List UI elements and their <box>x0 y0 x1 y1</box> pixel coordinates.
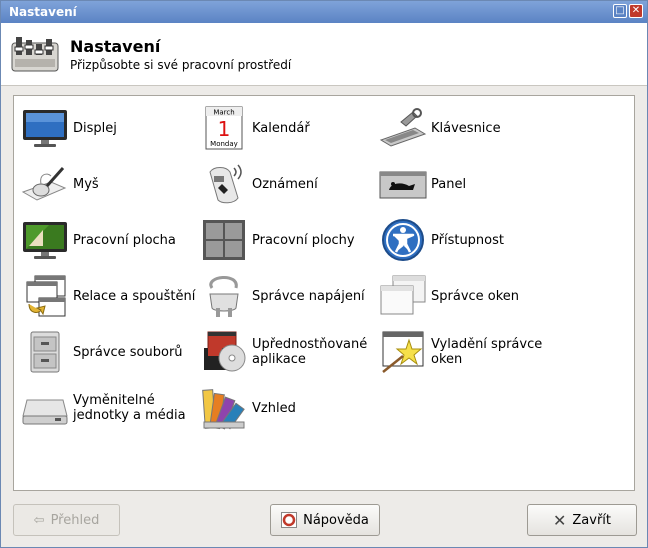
panel-icon <box>379 171 427 199</box>
back-arrow-icon: ⇦ <box>33 512 45 528</box>
calendar-icon: March 1 Monday <box>205 106 243 150</box>
help-lifebuoy-icon <box>281 512 298 528</box>
page-title: Nastavení <box>70 37 161 56</box>
settings-item-accessibility[interactable]: Přístupnost <box>379 216 555 264</box>
header: Nastavení Přizpůsobte si své pracovní pr… <box>1 23 647 86</box>
keyboard-icon <box>379 108 427 147</box>
desktop-icon <box>23 222 67 259</box>
window-manager-icon <box>380 275 426 315</box>
settings-item-mouse[interactable]: Myš <box>21 160 197 208</box>
settings-item-display[interactable]: Displej <box>21 104 197 152</box>
settings-item-keyboard[interactable]: Klávesnice <box>379 104 555 152</box>
settings-item-power[interactable]: Správce napájení <box>200 272 376 320</box>
close-window-icon[interactable]: ✕ <box>629 4 643 18</box>
title-bar[interactable]: Nastavení □ ✕ <box>1 1 647 23</box>
settings-item-calendar[interactable]: March 1 Monday Kalendář <box>200 104 376 152</box>
window-tweaks-icon <box>382 331 424 373</box>
settings-item-label: Upřednostňované aplikace <box>252 337 368 367</box>
workspaces-icon <box>203 220 245 260</box>
page-subtitle: Přizpůsobte si své pracovní prostředí <box>70 58 292 72</box>
settings-manager-icon <box>11 37 59 72</box>
settings-item-label: Pracovní plochy <box>252 232 355 248</box>
settings-item-label: Správce oken <box>431 288 520 304</box>
settings-item-appearance[interactable]: Vzhled <box>200 384 376 432</box>
help-button[interactable]: Nápověda <box>270 504 380 536</box>
calendar-day-text: 1 <box>218 117 231 141</box>
settings-item-window-tweaks[interactable]: Vyladění správce oken <box>379 328 555 376</box>
close-x-icon: ✕ <box>552 510 567 530</box>
settings-item-label: Správce souborů <box>73 344 183 360</box>
settings-item-label: Vyladění správce oken <box>431 337 543 367</box>
monitor-icon <box>23 110 67 147</box>
accessibility-icon <box>382 219 424 261</box>
calendar-month-text: March <box>213 109 234 117</box>
settings-item-label: Displej <box>73 120 117 136</box>
back-to-overview-button[interactable]: ⇦ Přehled <box>13 504 120 536</box>
settings-item-label: Správce napájení <box>252 288 365 304</box>
calendar-weekday-text: Monday <box>210 140 238 148</box>
file-cabinet-icon <box>30 331 60 373</box>
settings-item-label: Kalendář <box>252 120 310 136</box>
settings-item-label: Pracovní plocha <box>73 232 176 248</box>
settings-item-label: Vyměnitelné jednotky a média <box>73 393 186 423</box>
settings-item-file-manager[interactable]: Správce souborů <box>21 328 197 376</box>
settings-item-label: Panel <box>431 176 467 192</box>
window-title: Nastavení <box>9 5 77 19</box>
settings-item-window-manager[interactable]: Správce oken <box>379 272 555 320</box>
settings-item-label: Klávesnice <box>431 120 501 136</box>
settings-item-label: Přístupnost <box>431 232 504 248</box>
mouse-icon <box>21 167 67 201</box>
preferred-apps-icon <box>204 331 246 372</box>
settings-window: Nastavení □ ✕ Nastavení Přizpůsobte si s… <box>0 0 648 548</box>
session-icon <box>26 275 66 317</box>
settings-item-desktop[interactable]: Pracovní plocha <box>21 216 197 264</box>
settings-item-label: Oznámení <box>252 176 318 192</box>
maximize-icon[interactable]: □ <box>613 4 627 18</box>
settings-item-label: Myš <box>73 176 99 192</box>
settings-item-workspaces[interactable]: Pracovní plochy <box>200 216 376 264</box>
removable-drive-icon <box>22 399 68 425</box>
settings-item-panel[interactable]: Panel <box>379 160 555 208</box>
settings-item-preferred-apps[interactable]: Upřednostňované aplikace <box>200 328 376 376</box>
color-swatches-icon <box>202 389 245 430</box>
settings-item-label: Relace a spouštění <box>73 288 196 304</box>
settings-item-session[interactable]: Relace a spouštění <box>21 272 197 320</box>
power-plug-icon <box>209 275 239 317</box>
close-button[interactable]: ✕ Zavřít <box>527 504 637 536</box>
settings-item-removable-media[interactable]: Vyměnitelné jednotky a média <box>21 384 197 432</box>
settings-item-notifications[interactable]: Oznámení <box>200 160 376 208</box>
notification-icon <box>209 164 242 204</box>
settings-grid: Displej March 1 Monday Kalendář Klávesni… <box>13 95 635 491</box>
settings-item-label: Vzhled <box>252 400 296 416</box>
